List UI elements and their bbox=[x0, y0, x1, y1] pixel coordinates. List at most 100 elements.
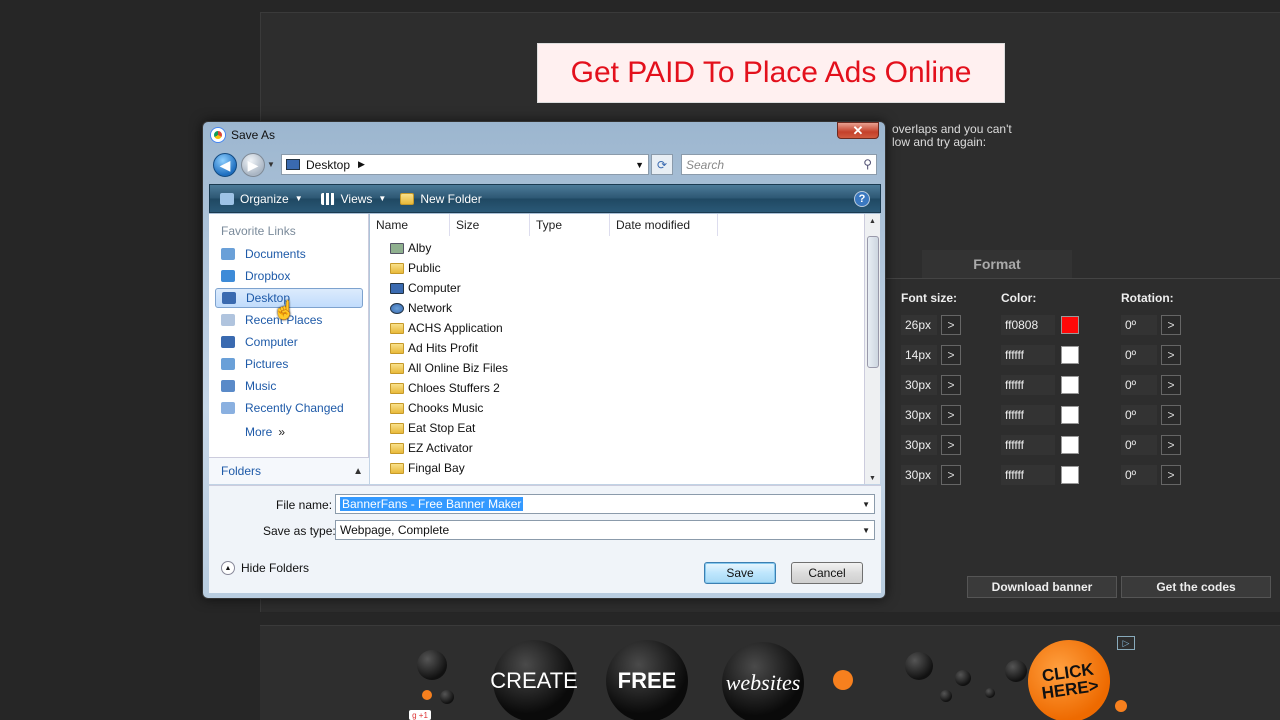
cancel-button[interactable]: Cancel bbox=[791, 562, 863, 584]
font-size-value[interactable]: 30px bbox=[901, 405, 937, 425]
font-size-value[interactable]: 30px bbox=[901, 375, 937, 395]
favorite-link-dropbox[interactable]: Dropbox bbox=[215, 266, 363, 286]
file-row[interactable]: Chooks Music bbox=[390, 398, 483, 418]
file-row[interactable]: Alby bbox=[390, 238, 431, 258]
chevron-down-icon[interactable]: ▼ bbox=[862, 500, 870, 509]
rotation-arrow-button[interactable]: > bbox=[1161, 465, 1181, 485]
font-size-value[interactable]: 14px bbox=[901, 345, 937, 365]
favorite-link-music[interactable]: Music bbox=[215, 376, 363, 396]
color-value[interactable]: ff0808 bbox=[1001, 315, 1055, 335]
scroll-down-icon[interactable]: ▼ bbox=[869, 475, 876, 482]
address-dropdown-icon[interactable]: ▼ bbox=[635, 160, 644, 170]
column-header-type[interactable]: Type bbox=[530, 214, 610, 236]
views-button[interactable]: Views ▼ bbox=[320, 192, 386, 206]
color-swatch[interactable] bbox=[1061, 346, 1079, 364]
column-header-name[interactable]: Name bbox=[370, 214, 450, 236]
font-size-value[interactable]: 30px bbox=[901, 465, 937, 485]
recent-places-icon bbox=[221, 314, 235, 326]
chevron-down-icon: ▼ bbox=[294, 194, 303, 203]
color-swatch[interactable] bbox=[1061, 466, 1079, 484]
address-desktop[interactable]: Desktop bbox=[306, 158, 350, 172]
ad-free[interactable]: FREE bbox=[606, 640, 688, 720]
refresh-button[interactable]: ⟳ bbox=[651, 154, 673, 175]
download-banner-button[interactable]: Download banner bbox=[967, 576, 1117, 598]
rotation-arrow-button[interactable]: > bbox=[1161, 405, 1181, 425]
column-header-date-modified[interactable]: Date modified bbox=[610, 214, 718, 236]
color-value[interactable]: ffffff bbox=[1001, 375, 1055, 395]
file-row[interactable]: EZ Activator bbox=[390, 438, 473, 458]
vertical-scrollbar[interactable]: ▲ ▼ bbox=[864, 214, 880, 484]
help-icon[interactable]: ? bbox=[854, 191, 870, 207]
font-size-arrow-button[interactable]: > bbox=[941, 345, 961, 365]
font-size-arrow-button[interactable]: > bbox=[941, 465, 961, 485]
arrow-right-icon: ▶ bbox=[247, 156, 259, 173]
get-codes-button[interactable]: Get the codes bbox=[1121, 576, 1271, 598]
address-bar[interactable]: Desktop ▶ ▼ bbox=[281, 154, 649, 175]
close-button[interactable]: ✕ bbox=[837, 122, 879, 139]
save-button[interactable]: Save bbox=[704, 562, 776, 584]
search-input[interactable]: Search ⚲ bbox=[681, 154, 877, 175]
font-size-arrow-button[interactable]: > bbox=[941, 435, 961, 455]
favorite-link-computer[interactable]: Computer bbox=[215, 332, 363, 352]
folders-toggle[interactable]: Folders ▲ bbox=[209, 457, 369, 484]
rotation-value[interactable]: 0º bbox=[1121, 405, 1157, 425]
new-folder-button[interactable]: New Folder bbox=[400, 192, 482, 206]
recent-pages-dropdown[interactable]: ▼ bbox=[267, 160, 275, 169]
font-size-value[interactable]: 26px bbox=[901, 315, 937, 335]
scroll-thumb[interactable] bbox=[867, 236, 879, 368]
file-row[interactable]: Chloes Stuffers 2 bbox=[390, 378, 500, 398]
rotation-value[interactable]: 0º bbox=[1121, 315, 1157, 335]
rotation-value[interactable]: 0º bbox=[1121, 375, 1157, 395]
forward-button[interactable]: ▶ bbox=[241, 153, 265, 177]
color-swatch[interactable] bbox=[1061, 406, 1079, 424]
color-swatch[interactable] bbox=[1061, 376, 1079, 394]
color-swatch[interactable] bbox=[1061, 436, 1079, 454]
file-row[interactable]: Fingal Bay bbox=[390, 458, 465, 478]
breadcrumb-arrow-icon[interactable]: ▶ bbox=[358, 159, 365, 170]
file-name-input[interactable]: BannerFans - Free Banner Maker ▼ bbox=[335, 494, 875, 514]
file-row[interactable]: Network bbox=[390, 298, 452, 318]
color-value[interactable]: ffffff bbox=[1001, 345, 1055, 365]
tab-format[interactable]: Format bbox=[922, 250, 1072, 278]
file-row[interactable]: ACHS Application bbox=[390, 318, 503, 338]
file-row[interactable]: All Online Biz Files bbox=[390, 358, 508, 378]
favorite-link-documents[interactable]: Documents bbox=[215, 244, 363, 264]
color-value[interactable]: ffffff bbox=[1001, 435, 1055, 455]
column-header-size[interactable]: Size bbox=[450, 214, 530, 236]
font-size-value[interactable]: 30px bbox=[901, 435, 937, 455]
search-icon[interactable]: ⚲ bbox=[863, 157, 872, 171]
file-row[interactable]: Public bbox=[390, 258, 441, 278]
file-name: EZ Activator bbox=[408, 441, 473, 455]
adchoices-icon[interactable]: ▷ bbox=[1117, 636, 1135, 650]
scroll-up-icon[interactable]: ▲ bbox=[869, 218, 876, 225]
color-value[interactable]: ffffff bbox=[1001, 405, 1055, 425]
file-row[interactable]: Ad Hits Profit bbox=[390, 338, 478, 358]
rotation-value[interactable]: 0º bbox=[1121, 435, 1157, 455]
rotation-arrow-button[interactable]: > bbox=[1161, 315, 1181, 335]
ad-websites[interactable]: websites bbox=[722, 642, 804, 720]
favorite-link-recently-changed[interactable]: Recently Changed bbox=[215, 398, 363, 418]
more-link[interactable]: More » bbox=[215, 422, 363, 442]
file-row[interactable]: Computer bbox=[390, 278, 461, 298]
file-row[interactable]: Eat Stop Eat bbox=[390, 418, 475, 438]
organize-button[interactable]: Organize ▼ bbox=[220, 192, 303, 206]
favorite-link-pictures[interactable]: Pictures bbox=[215, 354, 363, 374]
rotation-arrow-button[interactable]: > bbox=[1161, 345, 1181, 365]
back-button[interactable]: ◀ bbox=[213, 153, 237, 177]
decor-ball bbox=[905, 652, 933, 680]
font-size-arrow-button[interactable]: > bbox=[941, 375, 961, 395]
gplus-button[interactable]: g +1 bbox=[409, 710, 431, 720]
color-swatch[interactable] bbox=[1061, 316, 1079, 334]
hide-folders-button[interactable]: ▲ Hide Folders bbox=[221, 561, 309, 575]
ad-create[interactable]: CREATE bbox=[490, 640, 578, 720]
file-name: Public bbox=[408, 261, 441, 275]
chevron-down-icon[interactable]: ▼ bbox=[862, 526, 870, 535]
rotation-arrow-button[interactable]: > bbox=[1161, 435, 1181, 455]
save-as-type-select[interactable]: Webpage, Complete ▼ bbox=[335, 520, 875, 540]
font-size-arrow-button[interactable]: > bbox=[941, 405, 961, 425]
rotation-arrow-button[interactable]: > bbox=[1161, 375, 1181, 395]
font-size-arrow-button[interactable]: > bbox=[941, 315, 961, 335]
rotation-value[interactable]: 0º bbox=[1121, 465, 1157, 485]
color-value[interactable]: ffffff bbox=[1001, 465, 1055, 485]
rotation-value[interactable]: 0º bbox=[1121, 345, 1157, 365]
